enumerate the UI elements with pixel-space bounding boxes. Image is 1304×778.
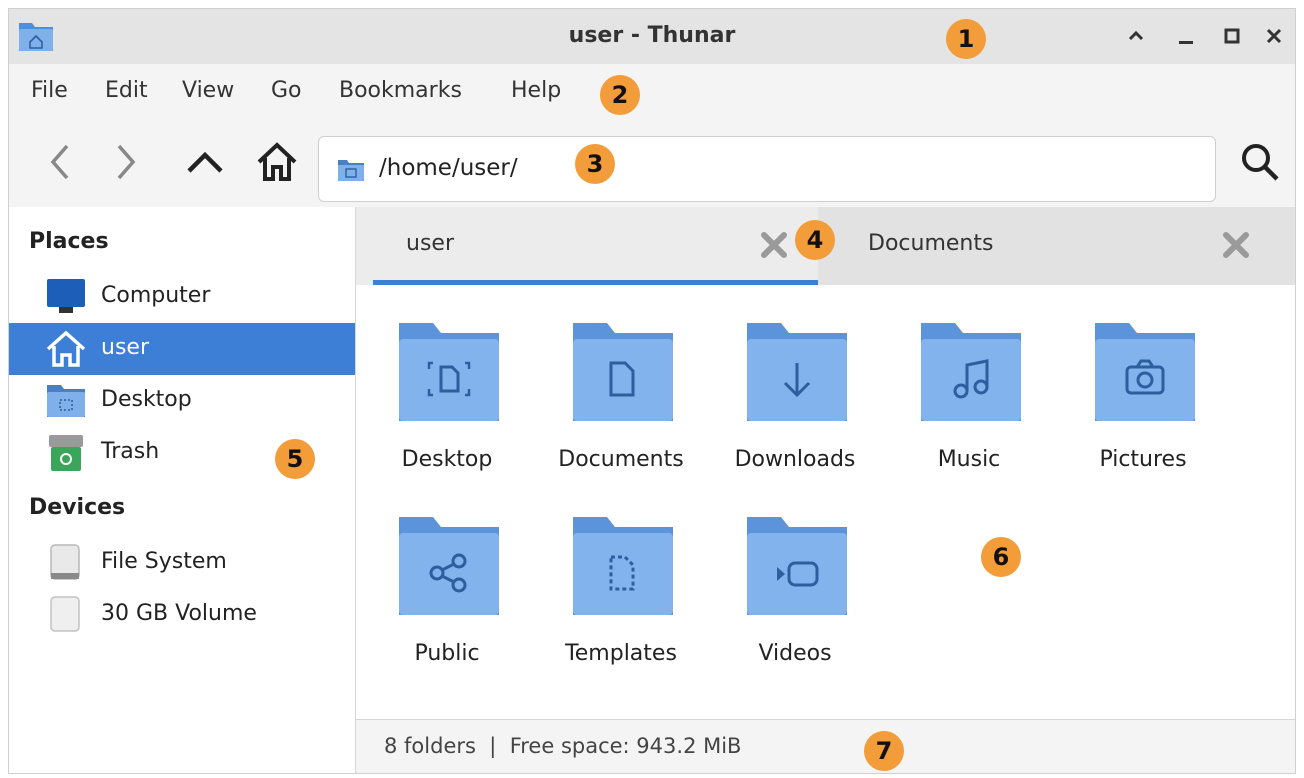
- sidebar-item-file-system[interactable]: File System: [9, 537, 355, 589]
- folder-item-desktop[interactable]: Desktop: [362, 319, 532, 499]
- sidebar-item-computer[interactable]: Computer: [9, 271, 355, 323]
- arrow-up-icon: [187, 151, 223, 173]
- annotation-badge-1: 1: [946, 19, 986, 59]
- maximize-button[interactable]: [1217, 21, 1247, 51]
- menu-bar: File Edit View Go Bookmarks Help: [9, 64, 1295, 119]
- annotation-badge-5: 5: [275, 439, 315, 479]
- arrow-left-icon: [50, 144, 69, 180]
- annotation-badge-3: 3: [575, 144, 615, 184]
- tab-documents[interactable]: Documents: [818, 207, 1295, 285]
- folder-label: Desktop: [401, 447, 493, 472]
- window-title: user - Thunar: [568, 23, 736, 48]
- folder-label: Templates: [565, 641, 677, 666]
- folder-label: Public: [414, 641, 480, 666]
- status-text: 8 folders | Free space: 943.2 MiB: [384, 734, 742, 758]
- sidebar: Places Computer user Desktop Trash Devic…: [9, 207, 356, 773]
- search-button[interactable]: [1237, 139, 1283, 185]
- folder-item-downloads[interactable]: Downloads: [710, 319, 880, 499]
- computer-icon: [47, 279, 85, 313]
- desktop-folder-icon: [47, 385, 85, 417]
- close-button[interactable]: [1259, 21, 1289, 51]
- annotation-badge-2: 2: [600, 75, 640, 115]
- pictures-folder-icon: [1095, 323, 1195, 421]
- annotation-badge-4: 4: [795, 220, 835, 260]
- public-folder-icon: [399, 517, 499, 615]
- forward-button[interactable]: [103, 139, 149, 185]
- folder-label: Pictures: [1099, 447, 1187, 472]
- annotation-badge-6: 6: [981, 537, 1021, 577]
- back-button[interactable]: [37, 139, 83, 185]
- sidebar-item-desktop[interactable]: Desktop: [9, 375, 355, 427]
- devices-heading: Devices: [29, 495, 126, 520]
- home-icon: [257, 142, 297, 181]
- location-bar[interactable]: /home/user/: [318, 136, 1216, 202]
- drive-icon: [50, 544, 80, 580]
- downloads-folder-icon: [747, 323, 847, 421]
- folder-item-documents[interactable]: Documents: [536, 319, 706, 499]
- maximize-icon: [1224, 28, 1240, 44]
- sidebar-item-label: Trash: [101, 439, 160, 464]
- close-tab-icon[interactable]: [758, 229, 790, 261]
- drive-icon: [50, 596, 80, 632]
- collapse-button[interactable]: [1121, 21, 1151, 51]
- minimize-icon: [1179, 41, 1193, 44]
- folder-label: Documents: [558, 447, 684, 472]
- menu-bookmarks[interactable]: Bookmarks: [339, 78, 462, 103]
- sidebar-item-label: user: [101, 335, 149, 360]
- desktop-folder-icon: [399, 323, 499, 421]
- close-tab-icon[interactable]: [1220, 229, 1252, 261]
- file-view[interactable]: Desktop Documents Downloads Music Pictur…: [356, 285, 1295, 719]
- folder-icon: [338, 160, 364, 181]
- tab-label: Documents: [868, 231, 994, 256]
- sidebar-item-label: File System: [101, 549, 227, 574]
- tab-user[interactable]: user: [356, 207, 818, 285]
- sidebar-item-user[interactable]: user: [9, 323, 355, 375]
- templates-folder-icon: [573, 517, 673, 615]
- home-button[interactable]: [254, 139, 300, 185]
- folder-item-public[interactable]: Public: [362, 513, 532, 693]
- folder-item-music[interactable]: Music: [884, 319, 1054, 499]
- minimize-button[interactable]: [1171, 21, 1201, 51]
- home-icon: [46, 330, 86, 367]
- trash-icon: [49, 435, 83, 471]
- thunar-window: user - Thunar File Edit View Go Bookmark…: [8, 8, 1296, 774]
- folder-label: Downloads: [734, 447, 856, 472]
- menu-view[interactable]: View: [182, 78, 234, 103]
- annotation-badge-7: 7: [864, 731, 904, 771]
- menu-go[interactable]: Go: [271, 78, 302, 103]
- location-path[interactable]: /home/user/: [379, 155, 518, 181]
- documents-folder-icon: [573, 323, 673, 421]
- status-bar: 8 folders | Free space: 943.2 MiB: [356, 719, 1295, 773]
- folder-item-videos[interactable]: Videos: [710, 513, 880, 693]
- arrow-right-icon: [117, 144, 136, 180]
- title-bar[interactable]: user - Thunar: [9, 9, 1295, 64]
- sidebar-item-label: Desktop: [101, 387, 192, 412]
- videos-folder-icon: [747, 517, 847, 615]
- folder-label: Music: [937, 447, 1001, 472]
- folder-label: Videos: [758, 641, 832, 666]
- sidebar-item-label: 30 GB Volume: [101, 601, 257, 626]
- up-button[interactable]: [182, 139, 228, 185]
- menu-edit[interactable]: Edit: [105, 78, 148, 103]
- music-folder-icon: [921, 323, 1021, 421]
- folder-item-templates[interactable]: Templates: [536, 513, 706, 693]
- toolbar: /home/user/: [9, 119, 1295, 209]
- folder-item-pictures[interactable]: Pictures: [1058, 319, 1228, 499]
- chevron-up-icon: [1128, 30, 1144, 41]
- search-icon: [1242, 144, 1279, 181]
- places-heading: Places: [29, 229, 109, 254]
- menu-help[interactable]: Help: [511, 78, 561, 103]
- menu-file[interactable]: File: [31, 78, 68, 103]
- sidebar-item-label: Computer: [101, 283, 211, 308]
- sidebar-item-30gb-volume[interactable]: 30 GB Volume: [9, 589, 355, 641]
- tab-label: user: [406, 231, 454, 256]
- close-icon: [1266, 28, 1282, 44]
